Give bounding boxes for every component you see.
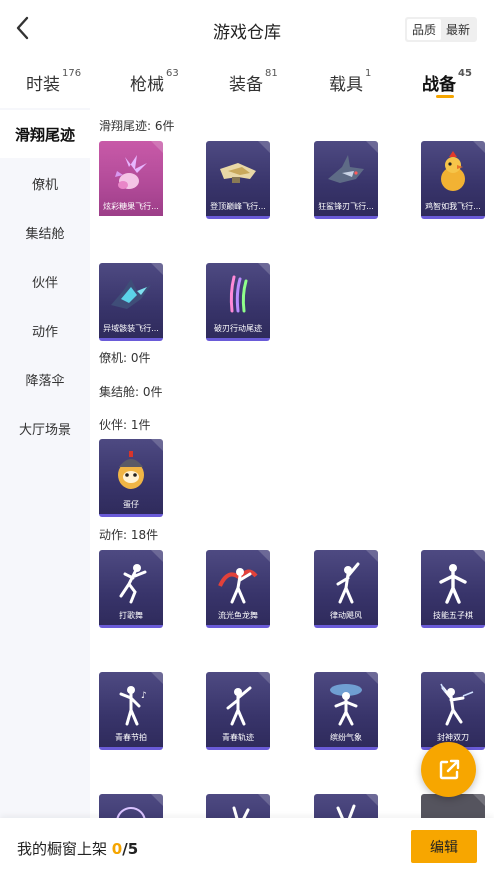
item-name: 破刃行动尾迹 bbox=[214, 324, 262, 333]
share-button[interactable] bbox=[421, 742, 476, 797]
item-name: 青春轨迹 bbox=[222, 733, 254, 742]
showcase-total: /5 bbox=[122, 840, 139, 858]
item-card[interactable] bbox=[421, 794, 485, 818]
item-name: 打歌舞 bbox=[119, 611, 143, 620]
item-name: 技能五子棋 bbox=[433, 611, 473, 620]
showcase-current: 0 bbox=[111, 840, 123, 858]
section-title-trail: 滑翔尾迹: 6件 bbox=[99, 119, 175, 133]
sort-toggle[interactable]: 品质 最新 bbox=[405, 17, 477, 42]
item-name: 蛋仔 bbox=[123, 500, 139, 509]
figure-icon bbox=[320, 800, 372, 818]
item-card[interactable]: 封神双刀 bbox=[421, 672, 485, 750]
tab-label: 战备 bbox=[422, 75, 456, 95]
candy-trail-icon bbox=[105, 147, 157, 199]
item-name: 异域骸装飞行... bbox=[103, 324, 159, 333]
pose-figure-icon bbox=[320, 556, 372, 608]
sidebar-item-trail[interactable]: 滑翔尾迹 bbox=[0, 110, 90, 158]
share-icon bbox=[439, 759, 459, 779]
showcase-count: 我的橱窗上架 0/5 bbox=[17, 838, 138, 859]
shark-glider-icon bbox=[320, 147, 372, 199]
weather-figure-icon bbox=[320, 678, 372, 730]
section-title-emote: 动作: 18件 bbox=[99, 528, 159, 542]
sidebar-item-lobby-scene[interactable]: 大厅场景 bbox=[0, 404, 90, 452]
sidebar-item-emote[interactable]: 动作 bbox=[0, 306, 90, 354]
category-tabs: 时装176 枪械63 装备81 载具1 战备45 bbox=[0, 58, 494, 108]
item-card[interactable]: 破刃行动尾迹 bbox=[206, 263, 270, 341]
item-grid: 滑翔尾迹: 6件 炫彩糖果飞行... 登顶巅峰飞行... 狂鲨锋刃飞行... 鸡… bbox=[90, 108, 494, 818]
sidebar: 滑翔尾迹 僚机 集结舱 伙伴 动作 降落伞 大厅场景 bbox=[0, 108, 90, 818]
item-name: 鸡智如我飞行... bbox=[425, 202, 481, 211]
item-name: 流光鱼龙舞 bbox=[218, 611, 258, 620]
item-name: 律动飓风 bbox=[330, 611, 362, 620]
item-card[interactable] bbox=[314, 794, 378, 818]
item-card[interactable]: 炫彩糖果飞行... bbox=[99, 141, 163, 219]
tab-vehicles[interactable]: 载具1 bbox=[329, 68, 372, 95]
sidebar-item-pod[interactable]: 集结舱 bbox=[0, 208, 90, 256]
tab-count: 176 bbox=[62, 68, 82, 79]
dance-figure-icon bbox=[105, 556, 157, 608]
item-card[interactable]: 异域骸装飞行... bbox=[99, 263, 163, 341]
orb-figure-icon bbox=[105, 800, 157, 818]
tab-count: 45 bbox=[458, 68, 472, 79]
figure-icon bbox=[212, 800, 264, 818]
item-card[interactable]: 缤纷气象 bbox=[314, 672, 378, 750]
tab-label: 枪械 bbox=[130, 75, 164, 95]
wave-figure-icon bbox=[212, 678, 264, 730]
tab-label: 载具 bbox=[329, 75, 363, 95]
chicken-glider-icon bbox=[427, 147, 479, 199]
showcase-bar: 我的橱窗上架 0/5 编辑 bbox=[0, 818, 494, 875]
item-card[interactable]: ♪ 青春节拍 bbox=[99, 672, 163, 750]
item-name: 登顶巅峰飞行... bbox=[210, 202, 266, 211]
item-card[interactable]: 蛋仔 bbox=[99, 439, 163, 517]
golden-glider-icon bbox=[212, 147, 264, 199]
egg-partner-icon bbox=[105, 445, 157, 497]
section-title-partner: 伙伴: 1件 bbox=[99, 418, 151, 432]
item-card[interactable]: 律动飓风 bbox=[314, 550, 378, 628]
music-figure-icon: ♪ bbox=[105, 678, 157, 730]
item-card[interactable]: 登顶巅峰飞行... bbox=[206, 141, 270, 219]
tab-readiness[interactable]: 战备45 bbox=[422, 68, 472, 95]
item-name: 封神双刀 bbox=[437, 733, 469, 742]
item-card[interactable]: 青春轨迹 bbox=[206, 672, 270, 750]
section-title-wingman: 僚机: 0件 bbox=[99, 351, 151, 365]
item-name: 青春节拍 bbox=[115, 733, 147, 742]
item-name: 缤纷气象 bbox=[330, 733, 362, 742]
item-card[interactable]: 打歌舞 bbox=[99, 550, 163, 628]
item-card[interactable]: 流光鱼龙舞 bbox=[206, 550, 270, 628]
sidebar-item-parachute[interactable]: 降落伞 bbox=[0, 355, 90, 403]
tab-count: 81 bbox=[265, 68, 278, 79]
sidebar-item-wingman[interactable]: 僚机 bbox=[0, 159, 90, 207]
item-name: 狂鲨锋刃飞行... bbox=[318, 202, 374, 211]
item-card[interactable]: 技能五子棋 bbox=[421, 550, 485, 628]
tab-label: 时装 bbox=[26, 75, 60, 95]
tab-firearms[interactable]: 枪械63 bbox=[130, 68, 179, 95]
tab-equipment[interactable]: 装备81 bbox=[229, 68, 278, 95]
tab-label: 装备 bbox=[229, 75, 263, 95]
edit-button[interactable]: 编辑 bbox=[411, 830, 477, 863]
blades-figure-icon bbox=[427, 678, 479, 730]
tab-count: 1 bbox=[365, 68, 372, 79]
sort-latest-option[interactable]: 最新 bbox=[441, 19, 475, 40]
item-card[interactable]: 狂鲨锋刃飞行... bbox=[314, 141, 378, 219]
standing-figure-icon bbox=[427, 556, 479, 608]
rainbow-trail-icon bbox=[212, 269, 264, 321]
section-title-pod: 集结舱: 0件 bbox=[99, 385, 163, 399]
showcase-label: 我的橱窗上架 bbox=[17, 840, 108, 858]
alien-glider-icon bbox=[105, 269, 157, 321]
item-card[interactable] bbox=[99, 794, 163, 818]
svg-text:♪: ♪ bbox=[141, 691, 147, 701]
dragon-dance-icon bbox=[212, 556, 264, 608]
tab-fashion[interactable]: 时装176 bbox=[26, 68, 82, 95]
sort-quality-option[interactable]: 品质 bbox=[407, 19, 441, 40]
sidebar-item-partner[interactable]: 伙伴 bbox=[0, 257, 90, 305]
item-name: 炫彩糖果飞行... bbox=[103, 202, 159, 211]
item-card[interactable] bbox=[206, 794, 270, 818]
active-tab-indicator bbox=[436, 95, 454, 98]
item-card[interactable]: 鸡智如我飞行... bbox=[421, 141, 485, 219]
tab-count: 63 bbox=[166, 68, 179, 79]
header: 游戏仓库 品质 最新 bbox=[0, 0, 494, 58]
